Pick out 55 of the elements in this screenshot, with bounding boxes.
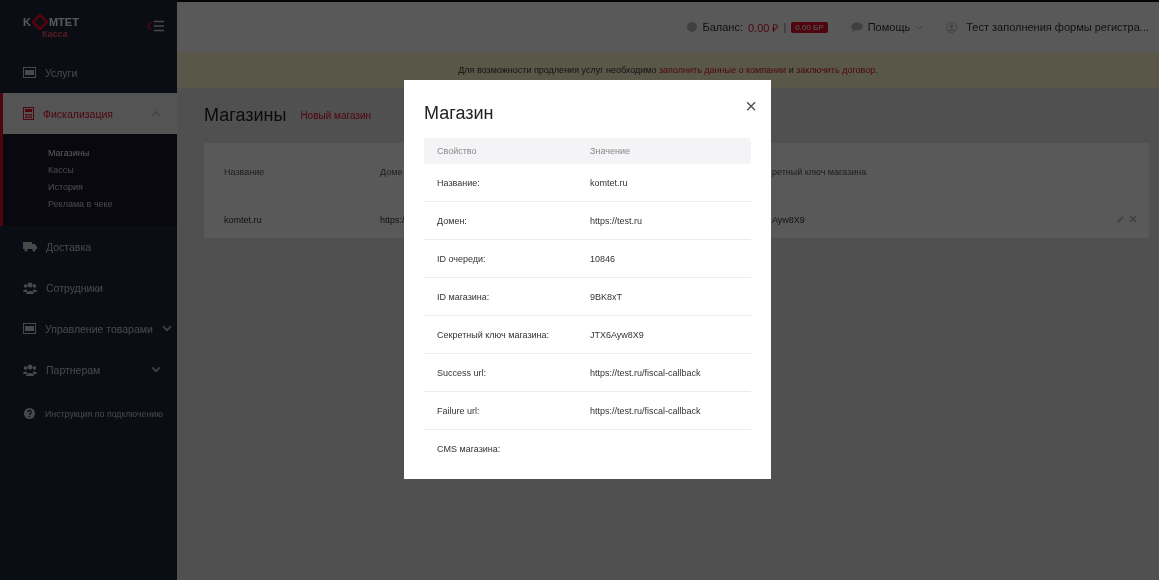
property-name: CMS магазина: — [437, 443, 502, 454]
new-shop-link[interactable]: Новый магазин — [300, 110, 372, 121]
property-name: Success url: — [437, 367, 488, 378]
chevron-down-icon — [161, 325, 172, 332]
menu-icon[interactable] — [147, 20, 165, 32]
coin-icon — [687, 22, 698, 32]
notice-text: Для возможности продления услуг необходимо заполнить данные о компании и заключить договор. — [458, 65, 878, 75]
user-menu[interactable]: Тест заполнения формы регистра... — [966, 21, 1149, 33]
logo-text: K — [23, 15, 31, 28]
property-value: JTX6Ayw8X9 — [590, 329, 645, 340]
property-value: https://test.ru/fiscal-callback — [590, 405, 702, 416]
card-icon — [23, 323, 36, 334]
property-value: 10846 — [590, 253, 617, 264]
column-header: Свойство — [437, 146, 478, 156]
submenu-item[interactable]: Магазины — [48, 147, 177, 160]
logo-text: MTET — [48, 15, 79, 28]
chat-icon — [850, 22, 863, 32]
balance-label: Баланс: — [702, 21, 743, 33]
people-icon — [23, 363, 37, 376]
property-name: ID очереди: — [437, 253, 487, 264]
sidebar-item[interactable]: Фискализация — [3, 93, 177, 134]
logo-mark-icon — [31, 13, 48, 30]
separator: | — [783, 21, 787, 33]
property-value: https://test.ru/fiscal-callback — [590, 367, 702, 378]
help-menu[interactable]: Помощь — [867, 21, 911, 33]
page-title: Магазины — [204, 105, 287, 126]
chevron-down-icon — [151, 366, 161, 373]
help-icon — [24, 408, 35, 419]
property-value: https://test.ru — [590, 215, 644, 226]
property-value: komtet.ru — [590, 177, 629, 188]
property-name: Домен: — [437, 215, 468, 226]
column-header: Значение — [590, 146, 631, 156]
property-name: Секретный ключ магазина: — [437, 329, 551, 340]
property-name: Failure url: — [437, 405, 481, 416]
delete-icon[interactable] — [1129, 215, 1137, 223]
table-cell: https:/ — [380, 214, 405, 225]
pencil-icon[interactable] — [1116, 215, 1125, 224]
table-cell: Ayw8X9 — [772, 214, 805, 225]
close-button[interactable]: × — [741, 96, 761, 116]
chevron-down-icon — [915, 24, 924, 30]
calculator-icon — [23, 107, 34, 120]
property-name: ID магазина: — [437, 291, 491, 302]
user-icon — [946, 21, 958, 33]
dialog-title: Магазин — [424, 103, 495, 125]
property-value: 9BK8xT — [590, 291, 623, 302]
property-name: Название: — [437, 177, 481, 188]
column-header: Название — [224, 167, 265, 177]
truck-icon — [23, 241, 37, 252]
company-data-link[interactable]: заполнить данные о компании — [658, 65, 787, 75]
people-icon — [23, 281, 37, 294]
logo-subtitle: Касса — [40, 29, 69, 39]
balance-value: 0.00 ₽ — [748, 20, 779, 35]
card-icon — [23, 67, 36, 78]
table-cell: komtet.ru — [224, 214, 262, 225]
column-header: Доме — [380, 167, 403, 177]
